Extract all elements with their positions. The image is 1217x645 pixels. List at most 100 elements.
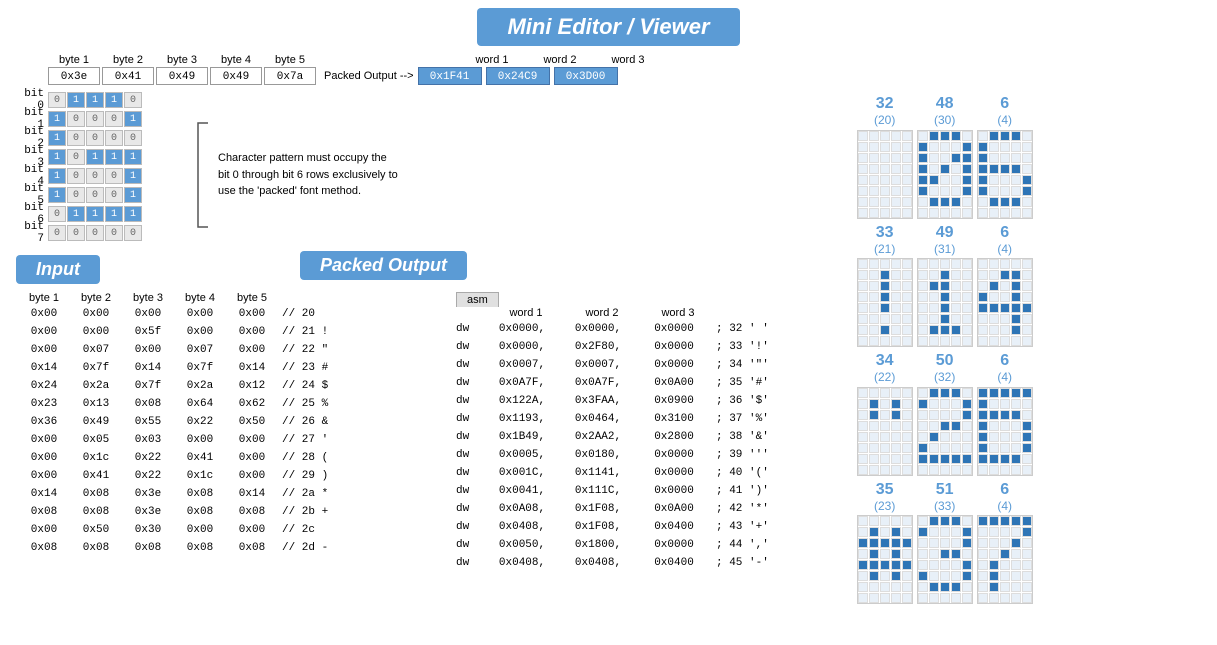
- bit-cell-r6-c4[interactable]: 1: [124, 206, 142, 222]
- viewer-word-val-2[interactable]: 0x24C9: [486, 67, 550, 85]
- bit-cell-r3-c2[interactable]: 1: [86, 149, 104, 165]
- output-word-r3-c2: 0x0A00: [636, 377, 712, 389]
- px-1-3-6-4: [962, 582, 972, 592]
- bit-cell-r6-c3[interactable]: 1: [105, 206, 123, 222]
- px-1-0-3-1: [929, 164, 939, 174]
- bit-cell-r5-c0[interactable]: 1: [48, 187, 66, 203]
- bit-cell-r7-c3[interactable]: 0: [105, 225, 123, 241]
- px-2-3-0-0: [978, 516, 988, 526]
- bit-cell-r7-c0[interactable]: 0: [48, 225, 66, 241]
- px-0-3-0-3: [891, 516, 901, 526]
- px-0-1-6-1: [869, 325, 879, 335]
- bit-cell-r2-c0[interactable]: 1: [48, 130, 66, 146]
- bit-cell-r7-c2[interactable]: 0: [86, 225, 104, 241]
- px-0-2-5-0: [858, 443, 868, 453]
- px-0-3-5-3: [891, 571, 901, 581]
- bit-cell-r4-c3[interactable]: 0: [105, 168, 123, 184]
- char-sub-0-1: (21): [874, 242, 895, 256]
- bit-cell-r7-c1[interactable]: 0: [67, 225, 85, 241]
- px-2-1-3-4: [1022, 292, 1032, 302]
- viewer-byte-val-3[interactable]: 0x49: [156, 67, 208, 85]
- bit-cell-r5-c4[interactable]: 1: [124, 187, 142, 203]
- px-0-2-6-4: [902, 454, 912, 464]
- bit-cell-r2-c2[interactable]: 0: [86, 130, 104, 146]
- bit-cell-r0-c0[interactable]: 0: [48, 92, 66, 108]
- px-2-0-4-1: [989, 175, 999, 185]
- bit-cell-r3-c4[interactable]: 1: [124, 149, 142, 165]
- px-0-2-3-0: [858, 421, 868, 431]
- px-0-1-1-1: [869, 270, 879, 280]
- bit-cell-r6-c0[interactable]: 0: [48, 206, 66, 222]
- output-word-r9-c2: 0x0000: [636, 485, 712, 497]
- bit-cell-r6-c1[interactable]: 1: [67, 206, 85, 222]
- px-1-1-0-4: [962, 259, 972, 269]
- px-0-1-2-1: [869, 281, 879, 291]
- bit-cell-r1-c2[interactable]: 0: [86, 111, 104, 127]
- input-row-3: 0x140x7f0x140x7f0x14// 23 #: [16, 359, 446, 377]
- output-word-r4-c1: 0x3FAA,: [560, 395, 636, 407]
- input-rows-container: 0x000x000x000x000x00// 200x000x000x5f0x0…: [16, 305, 446, 557]
- bit-cell-r0-c2[interactable]: 1: [86, 92, 104, 108]
- input-cell-r0-c3: 0x00: [174, 308, 226, 320]
- viewer-word-value-row: 0x1F41 0x24C9 0x3D00: [418, 67, 618, 85]
- px-2-3-5-0: [978, 571, 988, 581]
- bit-cell-r5-c3[interactable]: 0: [105, 187, 123, 203]
- px-2-0-6-4: [1022, 197, 1032, 207]
- bit-cell-r1-c0[interactable]: 1: [48, 111, 66, 127]
- bit-cell-r2-c1[interactable]: 0: [67, 130, 85, 146]
- bit-cell-r3-c3[interactable]: 1: [105, 149, 123, 165]
- bit-cell-r1-c3[interactable]: 0: [105, 111, 123, 127]
- px-0-0-5-2: [880, 186, 890, 196]
- px-2-2-0-0: [978, 388, 988, 398]
- bit-cell-r2-c4[interactable]: 0: [124, 130, 142, 146]
- bit-cell-r3-c0[interactable]: 1: [48, 149, 66, 165]
- px-2-3-5-1: [989, 571, 999, 581]
- input-cell-r12-c4: 0x00: [226, 524, 278, 536]
- viewer-word-val-1[interactable]: 0x1F41: [418, 67, 482, 85]
- bit-cell-r0-c3[interactable]: 1: [105, 92, 123, 108]
- px-2-2-1-4: [1022, 399, 1032, 409]
- bit-cell-r1-c4[interactable]: 1: [124, 111, 142, 127]
- px-0-0-2-4: [902, 153, 912, 163]
- viewer-byte-val-1[interactable]: 0x3e: [48, 67, 100, 85]
- input-col-header-1: byte 1: [18, 292, 70, 304]
- output-row-11: dw0x0408,0x1F08,0x0400; 43 '+': [456, 518, 836, 536]
- bit-cell-r4-c0[interactable]: 1: [48, 168, 66, 184]
- viewer-byte-val-2[interactable]: 0x41: [102, 67, 154, 85]
- px-1-3-0-3: [951, 516, 961, 526]
- px-2-2-0-4: [1022, 388, 1032, 398]
- px-2-3-4-2: [1000, 560, 1010, 570]
- bit-cell-r3-c1[interactable]: 0: [67, 149, 85, 165]
- bit-cell-r6-c2[interactable]: 1: [86, 206, 104, 222]
- bit-cell-r5-c2[interactable]: 0: [86, 187, 104, 203]
- px-0-3-0-4: [902, 516, 912, 526]
- px-2-2-3-1: [989, 421, 999, 431]
- input-cell-r4-c4: 0x12: [226, 380, 278, 392]
- viewer-word-val-3[interactable]: 0x3D00: [554, 67, 618, 85]
- px-1-0-7-4: [962, 208, 972, 218]
- px-0-3-5-1: [869, 571, 879, 581]
- output-comment-5: ; 37 '%': [712, 413, 769, 425]
- px-1-1-6-0: [918, 325, 928, 335]
- bit-cell-r7-c4[interactable]: 0: [124, 225, 142, 241]
- bit-cell-r0-c4[interactable]: 0: [124, 92, 142, 108]
- px-2-1-4-1: [989, 303, 999, 313]
- px-2-2-1-0: [978, 399, 988, 409]
- bit-cell-r1-c1[interactable]: 0: [67, 111, 85, 127]
- px-0-1-0-2: [880, 259, 890, 269]
- bit-cell-r5-c1[interactable]: 0: [67, 187, 85, 203]
- asm-tab[interactable]: asm: [456, 292, 499, 307]
- bit-cell-r4-c1[interactable]: 0: [67, 168, 85, 184]
- px-2-3-1-4: [1022, 527, 1032, 537]
- bit-cell-r4-c2[interactable]: 0: [86, 168, 104, 184]
- bit-cell-r0-c1[interactable]: 1: [67, 92, 85, 108]
- bit-cell-r2-c3[interactable]: 0: [105, 130, 123, 146]
- viewer-byte-val-4[interactable]: 0x49: [210, 67, 262, 85]
- output-dw-13: dw: [456, 557, 484, 569]
- px-2-3-4-0: [978, 560, 988, 570]
- px-2-2-2-4: [1022, 410, 1032, 420]
- bit-cell-r4-c4[interactable]: 1: [124, 168, 142, 184]
- px-2-0-2-2: [1000, 153, 1010, 163]
- px-2-0-1-0: [978, 142, 988, 152]
- viewer-byte-val-5[interactable]: 0x7a: [264, 67, 316, 85]
